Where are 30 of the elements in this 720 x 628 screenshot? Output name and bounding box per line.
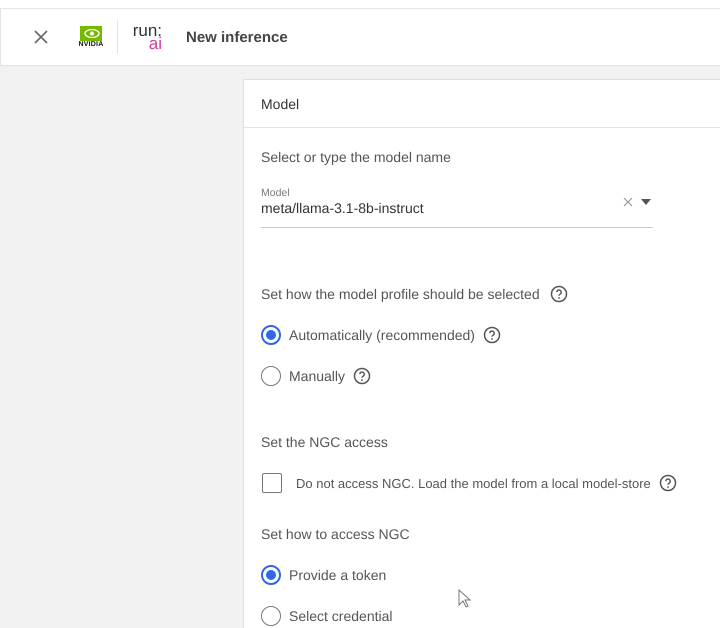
help-icon[interactable] [658, 474, 677, 492]
section-label: Set how the model profile should be selected [261, 286, 540, 302]
eye-icon [80, 26, 102, 40]
radio-button[interactable] [261, 325, 281, 345]
help-icon[interactable] [353, 367, 372, 385]
option-label: Manually [289, 368, 346, 384]
mouse-pointer-icon [458, 589, 472, 608]
help-icon[interactable] [482, 326, 501, 344]
logo-text: run: [132, 24, 162, 37]
option-label: Do not access NGC. Load the model from a local model-store [296, 476, 651, 490]
model-select[interactable]: Model meta/llama-3.1-8b-instruct [261, 187, 653, 228]
caret-icon[interactable] [641, 199, 651, 205]
radio-button[interactable] [261, 606, 281, 626]
option-label: Provide a token [289, 567, 386, 583]
checkbox[interactable] [262, 473, 282, 493]
section-label: Select or type the model name [261, 149, 451, 165]
clear-icon[interactable] [623, 197, 633, 207]
option-label: Select credential [289, 608, 393, 624]
help-icon[interactable] [550, 285, 568, 303]
field-label: Model [261, 187, 291, 199]
field-value: meta/llama-3.1-8b-instruct [261, 199, 425, 217]
close-icon[interactable] [34, 30, 48, 44]
logo-text: ai [148, 37, 162, 50]
radio-button[interactable] [261, 366, 281, 386]
card-title: Model [244, 80, 720, 128]
option-label: Automatically (recommended) [289, 327, 475, 343]
section-label: Set how to access NGC [261, 526, 410, 542]
section-label: Set the NGC access [261, 434, 388, 450]
radio-button[interactable] [261, 565, 281, 585]
page-title: New inference [186, 28, 288, 46]
